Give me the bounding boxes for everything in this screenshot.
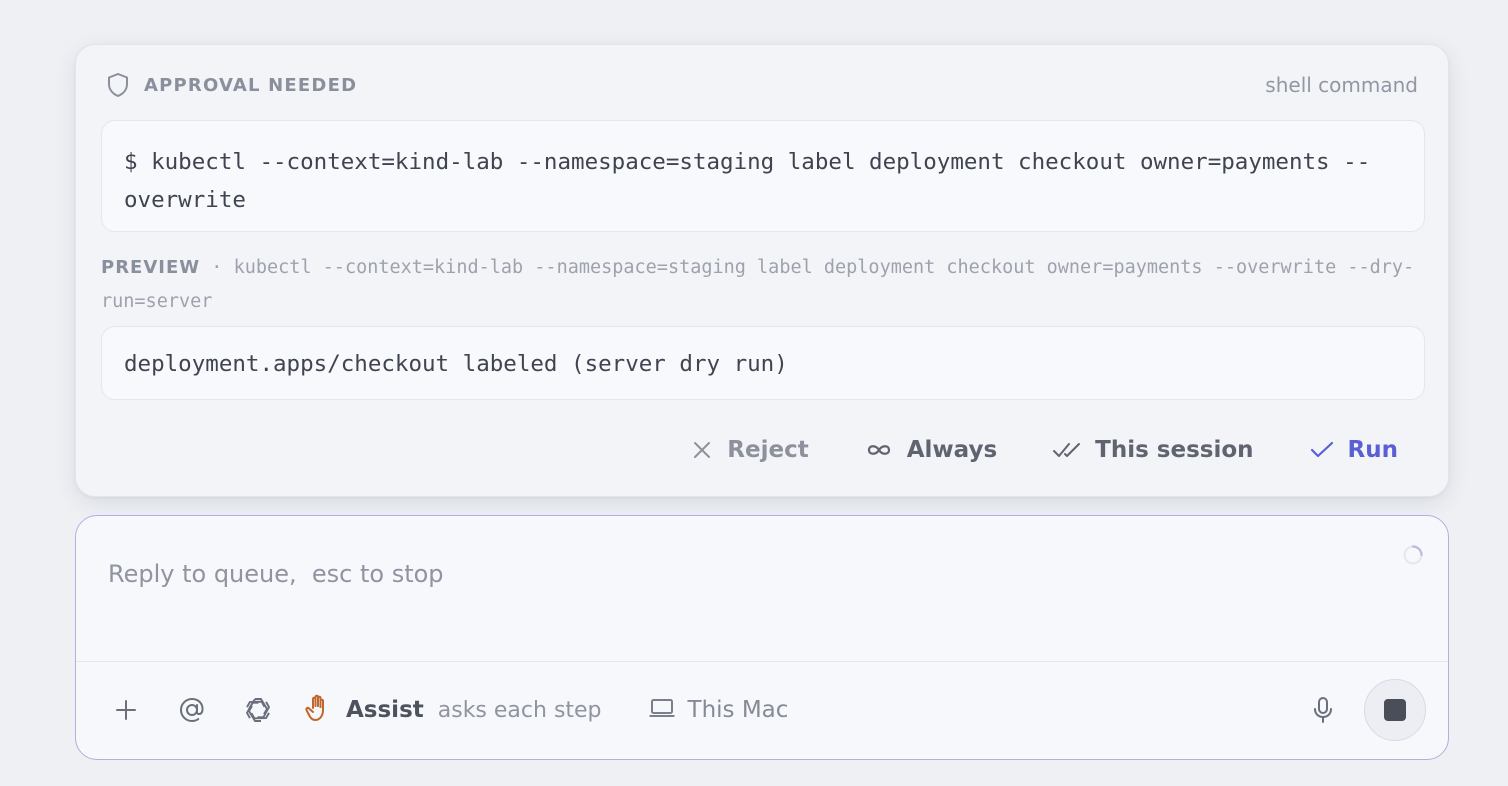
command-prompt: $	[124, 149, 138, 175]
check-icon	[1310, 441, 1334, 459]
always-label: Always	[906, 437, 998, 463]
approval-kind: shell command	[1265, 73, 1418, 97]
assist-label: Assist	[346, 697, 424, 723]
preview-result: deployment.apps/checkout labeled (server…	[124, 351, 788, 377]
this-session-label: This session	[1095, 437, 1254, 463]
assist-mode-button[interactable]: Assist asks each step	[304, 693, 602, 727]
laptop-icon	[648, 697, 676, 723]
preview-separator: ·	[211, 257, 223, 278]
approval-card: APPROVAL NEEDED shell command $ kubectl …	[75, 44, 1449, 497]
spinner-icon	[1402, 544, 1424, 566]
command-box: $ kubectl --context=kind-lab --namespace…	[101, 120, 1425, 232]
approval-actions: Reject Always This session Run	[691, 433, 1398, 467]
machine-selector[interactable]: This Mac	[648, 697, 789, 723]
reply-input[interactable]	[108, 554, 1308, 594]
preview-command: kubectl --context=kind-lab --namespace=s…	[101, 257, 1415, 312]
at-icon[interactable]	[170, 688, 214, 732]
shield-icon	[106, 71, 132, 99]
machine-label: This Mac	[687, 697, 789, 723]
this-session-button[interactable]: This session	[1053, 437, 1254, 463]
preview-line: PREVIEW · kubectl --context=kind-lab --n…	[101, 251, 1431, 319]
run-label: Run	[1347, 437, 1398, 463]
infinity-icon	[865, 442, 893, 458]
preview-label: PREVIEW	[101, 257, 201, 278]
composer-divider	[76, 661, 1448, 662]
approval-title: APPROVAL NEEDED	[144, 74, 358, 96]
assist-sub-label: asks each step	[437, 697, 602, 723]
reject-button[interactable]: Reject	[691, 437, 809, 463]
always-button[interactable]: Always	[865, 437, 997, 463]
double-check-icon	[1053, 441, 1081, 459]
openai-icon[interactable]	[236, 688, 280, 732]
reject-label: Reject	[727, 437, 809, 463]
preview-result-box: deployment.apps/checkout labeled (server…	[101, 326, 1425, 400]
mic-icon[interactable]	[1312, 696, 1334, 724]
plus-icon[interactable]	[104, 688, 148, 732]
run-button[interactable]: Run	[1310, 437, 1398, 463]
stop-button[interactable]	[1364, 679, 1426, 741]
hand-icon	[304, 693, 334, 727]
close-icon	[691, 439, 713, 461]
approval-header: APPROVAL NEEDED shell command	[106, 71, 1418, 99]
composer: Assist asks each step This Mac	[75, 515, 1449, 760]
composer-toolbar: Assist asks each step This Mac	[104, 678, 1426, 742]
stop-icon	[1384, 699, 1406, 721]
command-text: kubectl --context=kind-lab --namespace=s…	[124, 149, 1371, 213]
